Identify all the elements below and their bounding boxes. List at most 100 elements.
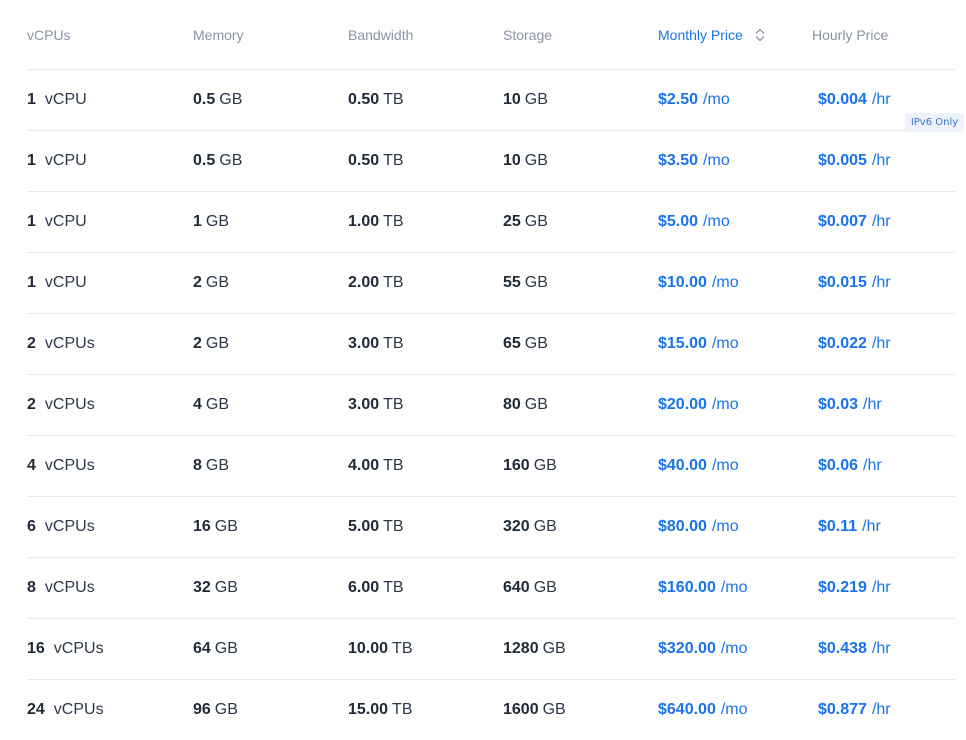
vcpu-unit: vCPUs [44, 396, 95, 413]
bandwidth-unit: TB [383, 213, 404, 230]
bandwidth-cell: 0.50 TB [348, 70, 404, 130]
hourly-price-cell: $0.11/hr [812, 497, 881, 557]
monthly-price-cell: $5.00/mo [658, 192, 730, 252]
header-bandwidth[interactable]: Bandwidth [348, 0, 413, 69]
monthly-price-cell: $15.00/mo [658, 314, 739, 374]
table-row[interactable]: 1 vCPU 0.5 GB 0.50 TB 10 GB $3.50/mo $0.005/hr [27, 131, 955, 192]
monthly-price: $10.00 [658, 274, 707, 291]
memory-cell: 0.5 GB [193, 131, 242, 191]
memory-cell: 8 GB [193, 436, 229, 496]
vcpu-cell: 16 vCPUs [27, 619, 104, 679]
storage-cell: 80 GB [503, 375, 548, 435]
header-vcpus[interactable]: vCPUs [27, 0, 71, 69]
storage-cell: 160 GB [503, 436, 557, 496]
monthly-price: $15.00 [658, 335, 707, 352]
table-row[interactable]: 24 vCPUs 96 GB 15.00 TB 1600 GB $640.00/mo $0.877… [27, 680, 955, 740]
vcpu-unit: vCPU [44, 91, 87, 108]
sort-up-down-icon[interactable] [755, 27, 765, 43]
bandwidth-cell: 4.00 TB [348, 436, 404, 496]
hourly-price: $0.06 [818, 457, 859, 474]
storage-cell: 65 GB [503, 314, 548, 374]
table-row[interactable]: 1 vCPU 0.5 GB 0.50 TB 10 GB $2.50/mo $0.004/hr [27, 70, 955, 131]
storage-unit: GB [533, 579, 557, 596]
bandwidth-unit: TB [392, 701, 413, 718]
monthly-unit: /mo [703, 213, 730, 230]
bandwidth-value: 1.00 [348, 213, 380, 230]
bandwidth-value: 0.50 [348, 91, 380, 108]
storage-cell: 1600 GB [503, 680, 566, 740]
storage-unit: GB [524, 396, 548, 413]
hourly-price: $0.004 [818, 91, 867, 108]
monthly-unit: /mo [703, 152, 730, 169]
bandwidth-unit: TB [392, 640, 413, 657]
vcpu-cell: 8 vCPUs [27, 558, 95, 618]
monthly-unit: /mo [720, 579, 748, 596]
monthly-price-cell: $2.50/mo [658, 70, 730, 130]
memory-cell: 16 GB [193, 497, 238, 557]
vcpu-unit: vCPUs [44, 457, 95, 474]
storage-unit: GB [533, 518, 557, 535]
memory-unit: GB [205, 213, 230, 230]
hourly-unit: /hr [871, 701, 891, 718]
bandwidth-cell: 3.00 TB [348, 375, 404, 435]
storage-unit: GB [524, 213, 548, 230]
memory-unit: GB [205, 396, 230, 413]
monthly-unit: /mo [711, 396, 739, 413]
table-row[interactable]: 16 vCPUs 64 GB 10.00 TB 1280 GB $320.00/mo $0.438… [27, 619, 955, 680]
bandwidth-value: 10.00 [348, 640, 389, 657]
bandwidth-unit: TB [383, 335, 404, 352]
hourly-price: $0.03 [818, 396, 859, 413]
storage-value: 1280 [503, 640, 539, 657]
memory-unit: GB [205, 335, 230, 352]
storage-cell: 10 GB [503, 70, 548, 130]
table-row[interactable]: 6 vCPUs 16 GB 5.00 TB 320 GB $80.00/mo $0.11/hr [27, 497, 955, 558]
storage-cell: 320 GB [503, 497, 557, 557]
bandwidth-value: 3.00 [348, 396, 380, 413]
storage-value: 160 [503, 457, 530, 474]
header-memory[interactable]: Memory [193, 0, 244, 69]
bandwidth-cell: 2.00 TB [348, 253, 404, 313]
memory-unit: GB [214, 579, 238, 596]
memory-cell: 1 GB [193, 192, 229, 252]
table-row[interactable]: 4 vCPUs 8 GB 4.00 TB 160 GB $40.00/mo $0.06/hr [27, 436, 955, 497]
memory-unit: GB [219, 152, 243, 169]
monthly-unit: /mo [720, 701, 748, 718]
bandwidth-cell: 10.00 TB [348, 619, 413, 679]
bandwidth-value: 6.00 [348, 579, 380, 596]
storage-cell: 55 GB [503, 253, 548, 313]
header-monthly-price[interactable]: Monthly Price [658, 0, 765, 69]
storage-unit: GB [542, 640, 566, 657]
hourly-price: $0.11 [818, 518, 858, 535]
header-storage[interactable]: Storage [503, 0, 552, 69]
vcpu-count: 24 [27, 701, 45, 718]
table-row[interactable]: 1 vCPU 2 GB 2.00 TB 55 GB $10.00/mo $0.015/hr [27, 253, 955, 314]
memory-unit: GB [205, 274, 230, 291]
storage-cell: 25 GB [503, 192, 548, 252]
memory-value: 4 [193, 396, 202, 413]
memory-unit: GB [214, 518, 238, 535]
bandwidth-value: 0.50 [348, 152, 380, 169]
table-row[interactable]: 2 vCPUs 2 GB 3.00 TB 65 GB $15.00/mo $0.022/hr [27, 314, 955, 375]
storage-cell: 1280 GB [503, 619, 566, 679]
vcpu-count: 1 [27, 152, 36, 169]
memory-cell: 4 GB [193, 375, 229, 435]
storage-cell: 10 GB [503, 131, 548, 191]
memory-value: 1 [193, 213, 202, 230]
hourly-price-cell: $0.005/hr [812, 131, 891, 191]
vcpu-count: 4 [27, 457, 36, 474]
hourly-unit: /hr [863, 396, 882, 413]
memory-value: 64 [193, 640, 211, 657]
monthly-price: $2.50 [658, 91, 699, 108]
monthly-unit: /mo [711, 518, 739, 535]
table-row[interactable]: 8 vCPUs 32 GB 6.00 TB 640 GB $160.00/mo $0.219/hr [27, 558, 955, 619]
table-row[interactable]: 2 vCPUs 4 GB 3.00 TB 80 GB $20.00/mo $0.03/hr [27, 375, 955, 436]
memory-unit: GB [214, 640, 238, 657]
vcpu-count: 2 [27, 396, 36, 413]
header-hourly-price[interactable]: Hourly Price [812, 0, 888, 69]
vcpu-cell: 1 vCPU [27, 253, 87, 313]
hourly-price: $0.005 [818, 152, 867, 169]
table-row[interactable]: 1 vCPU 1 GB 1.00 TB 25 GB $5.00/mo $0.007/hr [27, 192, 955, 253]
bandwidth-cell: 1.00 TB [348, 192, 404, 252]
memory-value: 96 [193, 701, 211, 718]
hourly-unit: /hr [871, 91, 891, 108]
